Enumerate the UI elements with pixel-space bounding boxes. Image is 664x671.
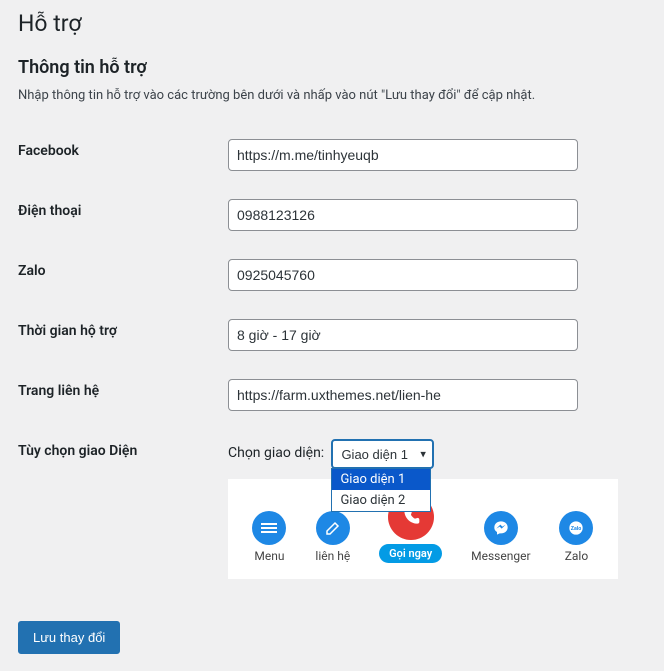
skin-option-2[interactable]: Giao diện 2 [332,490,430,511]
zalo-label: Zalo [18,245,228,305]
edit-icon [316,511,350,545]
skin-select-value: Giao diện 1 [341,447,408,462]
preview-menu-label: Menu [254,549,284,563]
preview-call-label: Gọi ngay [379,544,442,563]
skin-select[interactable]: Giao diện 1 ▾ [331,439,434,469]
phone-input[interactable] [228,199,578,231]
preview-menu-item: Menu [252,511,286,563]
preview-messenger-item: Messenger [471,511,530,563]
hours-input[interactable] [228,319,578,351]
facebook-label: Facebook [18,125,228,185]
messenger-icon [484,511,518,545]
section-description: Nhập thông tin hỗ trợ vào các trường bên… [18,88,646,103]
preview-zalo-label: Zalo [565,549,588,563]
facebook-input[interactable] [228,139,578,171]
zalo-icon: Zalo [559,511,593,545]
phone-label: Điện thoại [18,185,228,245]
save-button[interactable]: Lưu thay đổi [18,621,120,654]
contact-page-label: Trang liên hệ [18,365,228,425]
skin-dropdown: Giao diện 1 Giao diện 2 [331,468,431,512]
settings-form: Facebook Điện thoại Zalo Thời gian hộ tr… [18,125,646,593]
chevron-down-icon: ▾ [420,448,426,461]
skin-inline-label: Chọn giao diện: [228,445,324,461]
preview-contact-label: liên hệ [315,549,350,563]
preview-messenger-label: Messenger [471,549,530,563]
skin-label: Tùy chọn giao Diện [18,425,228,593]
zalo-input[interactable] [228,259,578,291]
contact-page-input[interactable] [228,379,578,411]
hours-label: Thời gian hộ trợ [18,305,228,365]
menu-icon [252,511,286,545]
page-title: Hỗ trợ [18,10,646,37]
skin-option-1[interactable]: Giao diện 1 [332,469,430,490]
preview-call-item: Gọi ngay [379,520,442,563]
section-title: Thông tin hỗ trợ [18,57,646,78]
svg-text:Zalo: Zalo [571,526,582,532]
preview-zalo-item: Zalo Zalo [559,511,593,563]
preview-contact-item: liên hệ [315,511,350,563]
